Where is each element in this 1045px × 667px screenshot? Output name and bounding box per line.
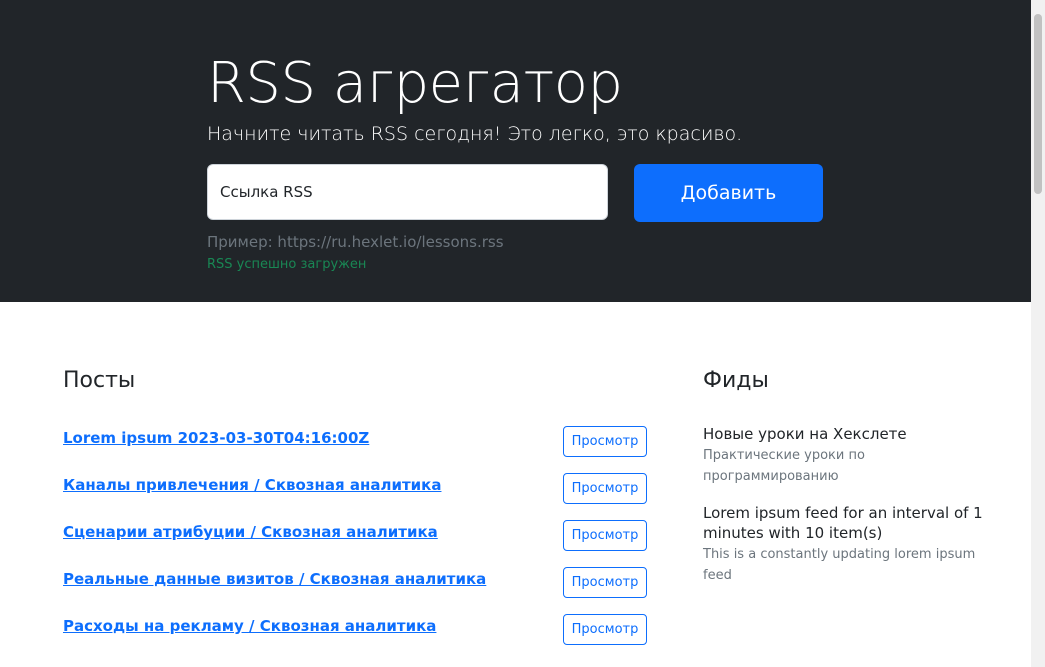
page-scrollbar[interactable]: [1031, 0, 1045, 667]
scrollbar-thumb[interactable]: [1034, 14, 1042, 194]
feed-description: Практические уроки по программированию: [703, 448, 865, 484]
view-button[interactable]: Просмотр: [563, 520, 647, 551]
page-title: RSS агрегатор: [207, 51, 623, 116]
example-hint: Пример: https://ru.hexlet.io/lessons.rss: [207, 233, 504, 251]
feed-title: Новые уроки на Хекслете: [703, 425, 907, 443]
feed-list: Новые уроки на Хекслете Практические урок…: [703, 424, 983, 602]
post-link[interactable]: Каналы привлечения / Сквозная аналитика: [63, 473, 441, 497]
view-button[interactable]: Просмотр: [563, 614, 647, 645]
posts-section: Посты Lorem ipsum 2023-03-30T04:16:00Z Пр…: [63, 366, 653, 645]
view-button[interactable]: Просмотр: [563, 567, 647, 598]
post-item: Реальные данные визитов / Сквозная анали…: [63, 567, 647, 614]
view-button[interactable]: Просмотр: [563, 473, 647, 504]
feeds-section: Фиды Новые уроки на Хекслете Практические…: [703, 366, 983, 583]
feed-title: Lorem ipsum feed for an interval of 1 mi…: [703, 504, 983, 542]
post-item: Lorem ipsum 2023-03-30T04:16:00Z Просмотр: [63, 426, 647, 473]
posts-title: Посты: [63, 368, 136, 393]
feed-description: This is a constantly updating lorem ipsu…: [703, 547, 976, 583]
hero-lead: Начните читать RSS сегодня! Это легко, э…: [207, 123, 743, 145]
success-feedback: RSS успешно загружен: [207, 257, 367, 272]
post-list: Lorem ipsum 2023-03-30T04:16:00Z Просмотр…: [63, 426, 647, 661]
post-item: Расходы на рекламу / Сквозная аналитика П…: [63, 614, 647, 661]
feed-item: Новые уроки на Хекслете Практические урок…: [703, 424, 983, 487]
feeds-title: Фиды: [703, 368, 769, 393]
post-item: Сценарии атрибуции / Сквозная аналитика П…: [63, 520, 647, 567]
post-item: Каналы привлечения / Сквозная аналитика П…: [63, 473, 647, 520]
post-link[interactable]: Lorem ipsum 2023-03-30T04:16:00Z: [63, 426, 369, 450]
hero-section: RSS агрегатор Начните читать RSS сегодня…: [0, 0, 1031, 302]
post-link[interactable]: Реальные данные визитов / Сквозная анали…: [63, 567, 486, 591]
view-button[interactable]: Просмотр: [563, 426, 647, 457]
rss-url-input[interactable]: [207, 164, 608, 220]
feed-item: Lorem ipsum feed for an interval of 1 mi…: [703, 503, 983, 586]
post-link[interactable]: Расходы на рекламу / Сквозная аналитика: [63, 614, 436, 638]
post-link[interactable]: Сценарии атрибуции / Сквозная аналитика: [63, 520, 438, 544]
add-button[interactable]: Добавить: [634, 164, 823, 222]
